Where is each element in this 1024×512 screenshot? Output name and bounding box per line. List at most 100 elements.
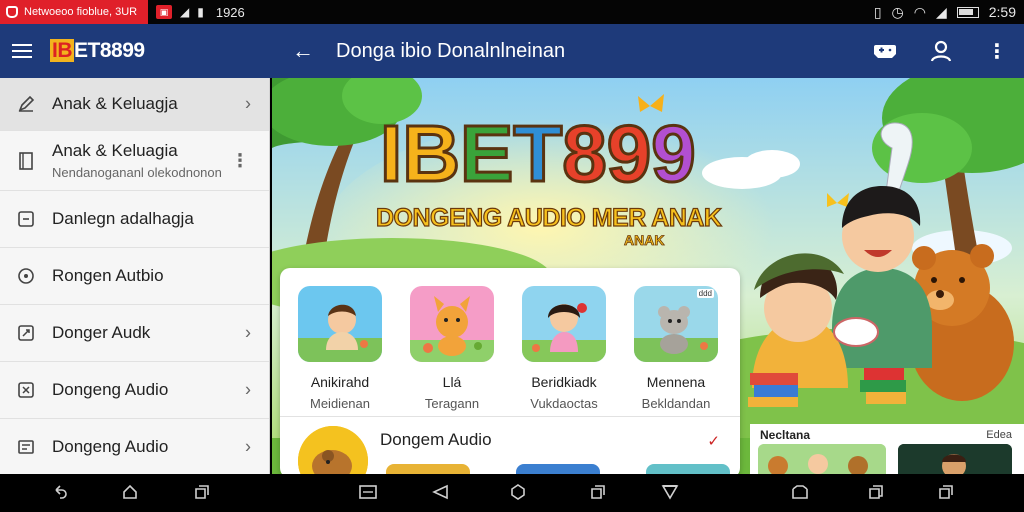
hero-subtitle-small: ANAK	[624, 232, 665, 249]
drawer-item-subtitle: Nendanogananl olekodnonon	[52, 165, 222, 180]
drawer-item-label: Anak & Keluagia	[52, 141, 178, 160]
preview-heading: Necltana	[760, 428, 811, 442]
preview-thumbnail[interactable]	[898, 444, 1012, 474]
tile-thumbnail	[522, 286, 606, 362]
home-nav-icon[interactable]	[120, 482, 140, 502]
chevron-right-icon: ›	[245, 379, 251, 400]
drawer-item-dongeng-audio-1[interactable]: Dongeng Audio ›	[0, 362, 269, 419]
hero-title-letter: T	[512, 108, 564, 200]
drawer-item-label: Donger Audk	[52, 323, 151, 342]
preview-more-link[interactable]: Edea	[986, 429, 1012, 441]
tile-subtitle: Bekldandan	[641, 396, 711, 411]
wifi-icon: ◠	[913, 3, 926, 20]
disc-icon	[16, 266, 36, 286]
screenshot-nav-icon[interactable]	[790, 482, 810, 502]
gamepad-icon[interactable]	[872, 38, 898, 64]
brand-logo[interactable]: IBET8899	[50, 39, 145, 63]
kebab-icon[interactable]: ⋮	[231, 150, 249, 171]
tile-title: Mennena	[646, 374, 706, 390]
tile-subtitle: Teragann	[424, 396, 480, 411]
square-icon	[16, 209, 36, 229]
drawer-item-label: Danlegn adalhagja	[52, 209, 194, 228]
edit-icon	[16, 94, 36, 114]
drawer-item-anak-keluagia[interactable]: Anak & Keluagia Nendanogananl olekodnono…	[0, 131, 269, 191]
drawer-item-danlegn[interactable]: Danlegn adalhagja	[0, 191, 269, 248]
hero-title-letter: I	[378, 108, 403, 200]
tile-thumbnail	[298, 286, 382, 362]
chevron-right-icon: ›	[245, 436, 251, 457]
shuffle-icon	[16, 380, 36, 400]
signal-mini-icon: ◢	[180, 5, 190, 19]
system-nav-bar	[0, 474, 1024, 512]
notification-icon	[6, 6, 18, 18]
drawer-item-anak-keluarga[interactable]: Anak & Keluagja ›	[0, 78, 269, 131]
tile-subtitle: Meidienan	[310, 396, 370, 411]
navigation-drawer: Anak & Keluagja › Anak & Keluagia Nendan…	[0, 78, 270, 474]
status-bar: Netwoeoo fioblue, 3UR ▣ ◢ ▮ 1926 ▯ ◷ ◠ ◢…	[0, 0, 1024, 24]
overview-nav-icon[interactable]	[936, 482, 956, 502]
hero-title-letter: E	[459, 108, 515, 200]
hero-title-letter: 9	[650, 108, 697, 200]
top-app-bar: ← Donga ibio Donalnlneinan ⋮	[272, 24, 1024, 78]
split-nav-icon[interactable]	[866, 482, 886, 502]
section-avatar	[298, 426, 368, 474]
signal-icon: ◢	[935, 3, 947, 20]
window-nav-icon[interactable]	[358, 482, 378, 502]
back-nav-icon[interactable]	[50, 482, 70, 502]
chevron-right-icon: ›	[245, 322, 251, 343]
list-icon	[16, 437, 36, 457]
drawer-item-label: Rongen Autbio	[52, 266, 164, 285]
chevron-right-icon: ›	[245, 93, 251, 114]
sim-icon: ▮	[197, 5, 204, 19]
hero-title-letter: 9	[605, 108, 652, 200]
home-circle-icon[interactable]	[508, 482, 528, 502]
mini-tile[interactable]	[386, 464, 470, 474]
drawer-item-label: Anak & Keluagja	[52, 94, 178, 113]
section-title: Dongem Audio	[380, 430, 492, 449]
category-card: Anikirahd Meidienan Llá Teragann Beridki…	[280, 268, 740, 474]
puzzle-icon	[16, 323, 36, 343]
drawer-item-donger-audk[interactable]: Donger Audk ›	[0, 305, 269, 362]
category-tile[interactable]: Llá Teragann	[410, 286, 494, 411]
alarm-icon: ◷	[891, 3, 904, 20]
drawer-item-rongen-audio[interactable]: Rongen Autbio	[0, 248, 269, 305]
battery-icon	[956, 6, 979, 18]
account-icon[interactable]	[928, 38, 954, 64]
recents-square-icon[interactable]	[588, 482, 608, 502]
down-triangle-icon[interactable]	[660, 482, 680, 502]
drawer-item-label: Dongeng Audio	[52, 380, 169, 399]
drawer-header: IBET8899	[0, 24, 272, 78]
tile-title: Llá	[442, 374, 462, 390]
preview-thumbnail[interactable]	[758, 444, 886, 474]
notification-text: Netwoeoo fioblue, 3UR	[24, 6, 138, 18]
category-tile[interactable]: Anikirahd Meidienan	[298, 286, 382, 411]
card-divider	[280, 416, 740, 417]
tile-thumbnail	[410, 286, 494, 362]
hero-title: IBET899	[378, 108, 697, 200]
menu-icon[interactable]	[12, 44, 32, 58]
category-tile[interactable]: ddd Mennena Bekldandan	[634, 286, 718, 411]
more-vert-icon[interactable]: ⋮	[984, 38, 1010, 64]
preview-strip: Necltana Edea	[750, 424, 1024, 474]
main-content: IBET899 DONGENG AUDIO MER ANAK ANAK Anik…	[272, 78, 1024, 474]
section-row[interactable]: Dongem Audio ✓	[298, 426, 730, 474]
back-triangle-icon[interactable]	[430, 482, 450, 502]
category-tile[interactable]: Beridkiadk Vukdaoctas	[522, 286, 606, 411]
screen-title: Donga ibio Donalnlneinan	[336, 39, 566, 62]
notification-chip[interactable]: Netwoeoo fioblue, 3UR	[0, 0, 148, 24]
drawer-item-label: Dongeng Audio	[52, 437, 169, 456]
vibrate-icon: ▯	[873, 3, 882, 20]
mini-tile[interactable]	[516, 464, 600, 474]
tile-subtitle: Vukdaoctas	[530, 396, 598, 411]
tile-title: Beridkiadk	[531, 374, 597, 390]
recents-nav-icon[interactable]	[192, 482, 212, 502]
check-icon: ✓	[707, 433, 720, 450]
back-arrow-icon[interactable]: ←	[292, 38, 314, 64]
mini-tile[interactable]	[646, 464, 730, 474]
status-time-center: 1926	[215, 4, 245, 20]
drawer-item-dongeng-audio-2[interactable]: Dongeng Audio ›	[0, 419, 269, 474]
hero-title-letter: B	[401, 108, 462, 200]
status-time: 2:59	[988, 4, 1016, 20]
tile-badge: ddd	[696, 289, 714, 298]
tile-thumbnail: ddd	[634, 286, 718, 362]
